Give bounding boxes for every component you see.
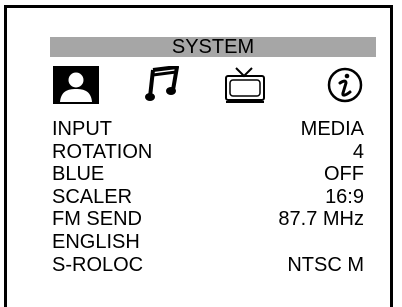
music-note-icon[interactable] — [144, 66, 180, 104]
menu-item-label: INPUT — [52, 118, 112, 140]
menu-item-fm-send[interactable]: FM SEND 87.7 MHz — [52, 208, 364, 231]
menu-item-value: 87.7 MHz — [278, 208, 364, 231]
menu-item-label: FM SEND — [52, 208, 142, 231]
menu-item-scaler[interactable]: SCALER 16:9 — [52, 186, 364, 209]
menu-item-label: ENGLISH — [52, 230, 140, 253]
tv-icon[interactable] — [220, 66, 270, 104]
menu-item-value: NTSC M — [287, 253, 364, 276]
menu-item-label: SCALER — [52, 185, 133, 208]
menu-item-value: 16:9 — [325, 185, 364, 208]
menu-item-label: BLUE — [52, 163, 105, 186]
menu-title: SYSTEM — [50, 37, 376, 57]
menu-item-label: S-ROLOC — [52, 253, 144, 276]
info-icon[interactable] — [325, 66, 365, 104]
menu-item-color-system[interactable]: S-ROLOC NTSC M — [52, 254, 364, 277]
menu-item-blue[interactable]: BLUE OFF — [52, 163, 364, 186]
user-icon[interactable] — [52, 66, 100, 104]
settings-list: INPUT MEDIA ROTATION 4 BLUE OFF SCALER 1… — [52, 118, 364, 276]
menu-item-value: 4 — [352, 140, 364, 163]
menu-item-value: OFF — [324, 163, 364, 186]
menu-item-label: ROTATION — [52, 140, 153, 163]
menu-item-language[interactable]: ENGLISH — [52, 231, 364, 254]
menu-item-input[interactable]: INPUT MEDIA — [52, 118, 364, 141]
menu-item-rotation[interactable]: ROTATION 4 — [52, 141, 364, 164]
menu-item-value: MEDIA — [300, 118, 364, 140]
